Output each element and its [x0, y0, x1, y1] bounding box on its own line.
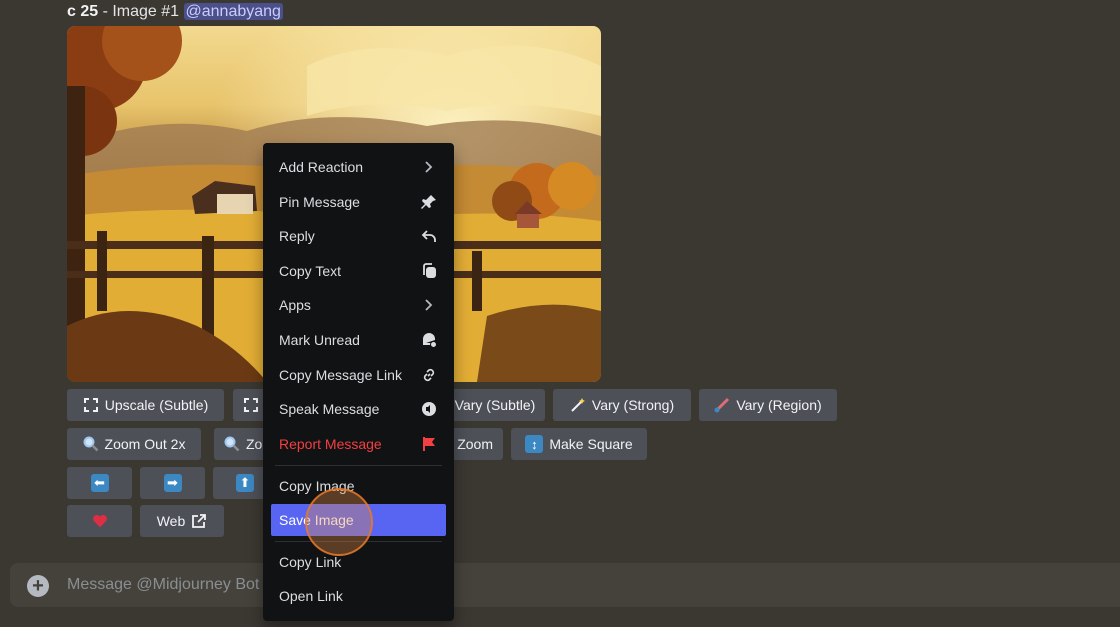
menu-item-label: Report Message: [279, 436, 382, 452]
menu-item-label: Speak Message: [279, 401, 380, 417]
menu-item-copy-message-link[interactable]: Copy Message Link: [271, 359, 446, 391]
menu-item-label: Apps: [279, 297, 311, 313]
menu-item-copy-link[interactable]: Copy Link: [271, 546, 446, 578]
menu-item-apps[interactable]: Apps: [271, 289, 446, 321]
zoom-out-2x-label: Zoom Out 2x: [104, 436, 186, 452]
chevron-right-icon: [420, 296, 438, 314]
mark-unread-icon: [420, 331, 438, 349]
web-link-button[interactable]: Web: [140, 505, 224, 537]
copy-icon: [420, 262, 438, 280]
menu-divider: [275, 465, 442, 466]
vary-region-label: Vary (Region): [736, 397, 822, 413]
chevron-right-icon: [420, 158, 438, 176]
menu-item-mark-unread[interactable]: Mark Unread: [271, 324, 446, 356]
heart-icon: [92, 513, 108, 529]
vary-region-button[interactable]: Vary (Region): [699, 389, 837, 421]
add-attachment-icon[interactable]: +: [27, 575, 49, 597]
menu-item-report-message[interactable]: Report Message: [271, 428, 446, 460]
web-label: Web: [156, 513, 186, 529]
external-link-icon: [191, 513, 207, 529]
upscale-subtle-button[interactable]: Upscale (Subtle): [67, 389, 224, 421]
menu-item-label: Open Link: [279, 588, 343, 604]
menu-item-pin-message[interactable]: Pin Message: [271, 186, 446, 218]
arrow-up-icon: ⬆: [236, 474, 254, 492]
reply-arrow-icon: [420, 227, 438, 245]
vary-subtle-button[interactable]: Vary (Subtle): [445, 389, 545, 421]
message-prompt-prefix: c 25: [67, 3, 99, 20]
menu-item-label: Mark Unread: [279, 332, 360, 348]
message-header: c 25 - Image #1 @annabyang: [67, 3, 283, 21]
menu-item-label: Add Reaction: [279, 159, 364, 175]
menu-item-label: Pin Message: [279, 194, 360, 210]
menu-item-open-link[interactable]: Open Link: [271, 580, 446, 612]
zoom-out-2x-button[interactable]: Zoom Out 2x: [67, 428, 201, 460]
expand-icon: [243, 397, 259, 413]
click-indicator: [305, 488, 373, 556]
arrow-right-icon: ➡: [163, 474, 182, 492]
vary-strong-button[interactable]: Vary (Strong): [553, 389, 691, 421]
zoom-out-custom-label: Zo: [246, 436, 263, 452]
menu-item-label: Copy Text: [279, 263, 341, 279]
menu-item-label: Copy Message Link: [279, 367, 402, 383]
make-square-button[interactable]: ↕ Make Square: [511, 428, 647, 460]
pin-icon: [420, 193, 438, 211]
user-mention[interactable]: @annabyang: [183, 3, 283, 20]
up-down-arrow-icon: ↕: [525, 435, 544, 453]
magic-wand-icon: [570, 397, 586, 413]
link-icon: [420, 366, 438, 384]
speaker-icon: [420, 400, 438, 418]
flag-icon: [420, 435, 438, 453]
message-image-label: - Image #1: [98, 3, 184, 20]
arrow-left-icon: ⬅: [90, 474, 109, 492]
upscale-subtle-label: Upscale (Subtle): [104, 397, 209, 413]
vary-subtle-label: Vary (Subtle): [454, 397, 536, 413]
pan-left-button[interactable]: ⬅: [67, 467, 132, 499]
magnifier-icon: [224, 436, 240, 452]
menu-item-copy-text[interactable]: Copy Text: [271, 255, 446, 287]
menu-item-speak-message[interactable]: Speak Message: [271, 393, 446, 425]
menu-item-reply[interactable]: Reply: [271, 220, 446, 252]
message-input-placeholder: Message @Midjourney Bot: [67, 576, 260, 593]
favorite-button[interactable]: [67, 505, 132, 537]
custom-zoom-label: Zoom: [457, 436, 493, 452]
pan-right-button[interactable]: ➡: [140, 467, 205, 499]
vary-strong-label: Vary (Strong): [591, 397, 675, 413]
magnifier-icon: [83, 436, 99, 452]
expand-icon: [83, 397, 99, 413]
menu-item-add-reaction[interactable]: Add Reaction: [271, 151, 446, 183]
paintbrush-icon: [714, 397, 730, 413]
menu-item-label: Copy Link: [279, 554, 342, 570]
menu-item-label: Reply: [279, 228, 315, 244]
make-square-label: Make Square: [549, 436, 633, 452]
